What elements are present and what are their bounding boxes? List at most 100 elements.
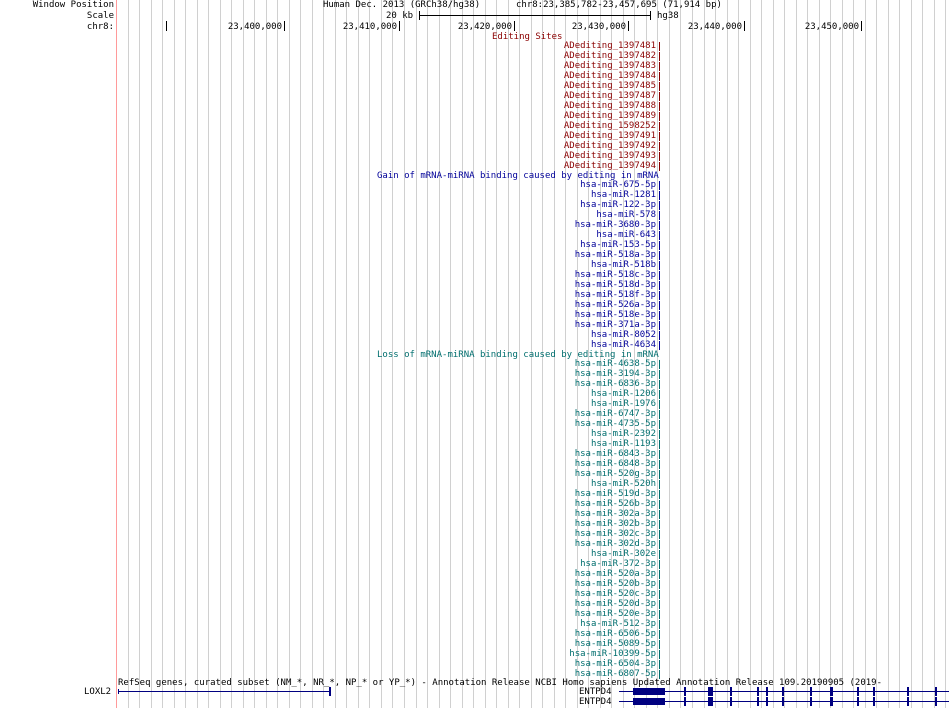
feature-mark[interactable]	[659, 380, 660, 389]
feature-mark[interactable]	[659, 152, 660, 161]
feature-mark[interactable]	[659, 102, 660, 111]
feature-mark[interactable]	[659, 132, 660, 141]
gene-loxl2[interactable]	[118, 691, 330, 692]
feature-mark[interactable]	[659, 580, 660, 589]
feature-mark[interactable]	[659, 62, 660, 71]
feature-mark[interactable]	[659, 640, 660, 649]
feature-mark[interactable]	[659, 620, 660, 629]
feature-mark[interactable]	[659, 251, 660, 260]
feature-label[interactable]: hsa-miR-371a-3p	[575, 320, 656, 330]
feature-mark[interactable]	[659, 201, 660, 210]
feature-label[interactable]: ADediting_1397491	[564, 131, 656, 141]
feature-mark[interactable]	[659, 590, 660, 599]
feature-mark[interactable]	[659, 291, 660, 300]
feature-mark[interactable]	[659, 570, 660, 579]
feature-mark[interactable]	[659, 600, 660, 609]
feature-label[interactable]: hsa-miR-2392	[591, 429, 656, 439]
feature-mark[interactable]	[659, 211, 660, 220]
gene-entpd4-a[interactable]	[619, 691, 949, 692]
feature-label[interactable]: hsa-miR-518a-3p	[575, 250, 656, 260]
feature-mark[interactable]	[659, 92, 660, 101]
feature-label[interactable]: hsa-miR-8052	[591, 330, 656, 340]
feature-label[interactable]: hsa-miR-643	[596, 230, 656, 240]
feature-label[interactable]: hsa-miR-519d-3p	[575, 489, 656, 499]
feature-label[interactable]: hsa-miR-518b	[591, 260, 656, 270]
feature-mark[interactable]	[659, 301, 660, 310]
feature-label[interactable]: ADediting_1397482	[564, 51, 656, 61]
feature-label[interactable]: hsa-miR-518c-3p	[575, 270, 656, 280]
feature-label[interactable]: hsa-miR-153-5p	[580, 240, 656, 250]
feature-mark[interactable]	[659, 122, 660, 131]
feature-label[interactable]: ADediting_1397489	[564, 111, 656, 121]
feature-label[interactable]: hsa-miR-518d-3p	[575, 280, 656, 290]
feature-label[interactable]: hsa-miR-1193	[591, 439, 656, 449]
feature-mark[interactable]	[659, 430, 660, 439]
gene-label-entpd4[interactable]: ENTPD4	[579, 687, 612, 697]
feature-label[interactable]: hsa-miR-1976	[591, 399, 656, 409]
feature-label[interactable]: hsa-miR-6504-3p	[575, 659, 656, 669]
feature-mark[interactable]	[659, 400, 660, 409]
feature-label[interactable]: hsa-miR-6848-3p	[575, 459, 656, 469]
feature-label[interactable]: hsa-miR-512-3p	[580, 619, 656, 629]
feature-mark[interactable]	[659, 112, 660, 121]
feature-mark[interactable]	[659, 181, 660, 190]
feature-label[interactable]: hsa-miR-1281	[591, 190, 656, 200]
feature-label[interactable]: hsa-miR-302b-3p	[575, 519, 656, 529]
feature-mark[interactable]	[659, 241, 660, 250]
feature-label[interactable]: hsa-miR-1206	[591, 389, 656, 399]
feature-label[interactable]: hsa-miR-302c-3p	[575, 529, 656, 539]
feature-mark[interactable]	[659, 510, 660, 519]
feature-label[interactable]: hsa-miR-3680-3p	[575, 220, 656, 230]
feature-label[interactable]: hsa-miR-302e	[591, 549, 656, 559]
feature-label[interactable]: ADediting_1397485	[564, 81, 656, 91]
feature-label[interactable]: hsa-miR-4638-5p	[575, 359, 656, 369]
gene-label-loxl2[interactable]: LOXL2	[84, 687, 111, 697]
feature-mark[interactable]	[659, 490, 660, 499]
feature-mark[interactable]	[659, 420, 660, 429]
feature-mark[interactable]	[659, 540, 660, 549]
feature-label[interactable]: hsa-miR-6506-5p	[575, 629, 656, 639]
feature-label[interactable]: hsa-miR-6747-3p	[575, 409, 656, 419]
feature-label[interactable]: hsa-miR-4634	[591, 340, 656, 350]
feature-mark[interactable]	[659, 470, 660, 479]
feature-label[interactable]: hsa-miR-520g-3p	[575, 469, 656, 479]
feature-mark[interactable]	[659, 162, 660, 171]
feature-label[interactable]: hsa-miR-302d-3p	[575, 539, 656, 549]
feature-label[interactable]: ADediting_1397492	[564, 141, 656, 151]
feature-mark[interactable]	[659, 142, 660, 151]
feature-mark[interactable]	[659, 191, 660, 200]
feature-mark[interactable]	[659, 520, 660, 529]
feature-label[interactable]: hsa-miR-520c-3p	[575, 589, 656, 599]
feature-label[interactable]: hsa-miR-6843-3p	[575, 449, 656, 459]
feature-label[interactable]: ADediting_1397483	[564, 61, 656, 71]
feature-mark[interactable]	[659, 530, 660, 539]
feature-label[interactable]: hsa-miR-520b-3p	[575, 579, 656, 589]
feature-label[interactable]: hsa-miR-6836-3p	[575, 379, 656, 389]
feature-mark[interactable]	[659, 231, 660, 240]
feature-label[interactable]: hsa-miR-520h	[591, 479, 656, 489]
feature-label[interactable]: hsa-miR-526a-3p	[575, 300, 656, 310]
feature-label[interactable]: hsa-miR-10399-5p	[569, 649, 656, 659]
feature-mark[interactable]	[659, 630, 660, 639]
feature-mark[interactable]	[659, 610, 660, 619]
feature-mark[interactable]	[659, 271, 660, 280]
feature-label[interactable]: ADediting_1397488	[564, 101, 656, 111]
feature-mark[interactable]	[659, 440, 660, 449]
feature-mark[interactable]	[659, 72, 660, 81]
feature-label[interactable]: hsa-miR-520d-3p	[575, 599, 656, 609]
feature-mark[interactable]	[659, 281, 660, 290]
feature-mark[interactable]	[659, 390, 660, 399]
feature-label[interactable]: ADediting_1397493	[564, 151, 656, 161]
feature-mark[interactable]	[659, 560, 660, 569]
feature-mark[interactable]	[659, 52, 660, 61]
feature-label[interactable]: ADediting_1397481	[564, 41, 656, 51]
genome-browser-image[interactable]: Window Position Scale chr8: Human Dec. 2…	[0, 0, 950, 708]
feature-label[interactable]: ADediting_1598252	[564, 121, 656, 131]
feature-mark[interactable]	[659, 460, 660, 469]
feature-mark[interactable]	[659, 370, 660, 379]
feature-label[interactable]: hsa-miR-302a-3p	[575, 509, 656, 519]
feature-mark[interactable]	[659, 500, 660, 509]
feature-label[interactable]: ADediting_1397484	[564, 71, 656, 81]
feature-mark[interactable]	[659, 331, 660, 340]
feature-label[interactable]: hsa-miR-526b-3p	[575, 499, 656, 509]
